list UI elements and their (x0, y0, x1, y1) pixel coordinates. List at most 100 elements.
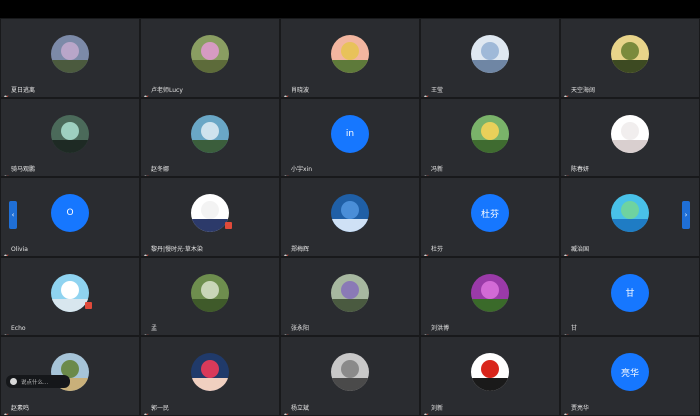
participant-name: 夏日逃离 (11, 86, 36, 94)
participant-tile[interactable]: 肖晓波 (280, 18, 420, 98)
chat-input[interactable]: 说点什么... (6, 375, 70, 388)
mic-muted-icon (2, 405, 9, 415)
name-bar: 天空海阔 (562, 86, 596, 97)
participant-name: 杜芬 (431, 245, 444, 253)
participant-name: 杨立斌 (291, 404, 310, 412)
mic-muted-icon (142, 405, 149, 415)
mic-muted-icon (562, 405, 569, 415)
participant-tile[interactable]: 孟 (140, 256, 280, 337)
trees-photo (191, 273, 229, 312)
name-bar: 刘新 (422, 404, 443, 415)
participant-tile[interactable]: 赵冬娜 (140, 97, 280, 178)
participant-name: 黎丹|慢时光·草木染 (151, 245, 203, 253)
name-bar: Olivia (2, 245, 28, 256)
participant-name: 骑马观鹏 (11, 166, 36, 174)
mic-muted-icon (422, 246, 429, 256)
participant-tile[interactable]: 王莹 (420, 18, 560, 98)
participant-tile[interactable]: 陈春妍 (560, 97, 700, 178)
cave-photo (51, 114, 89, 153)
participant-name: 陈春妍 (571, 166, 590, 174)
name-bar: 赵素鸣 (2, 404, 29, 415)
participant-tile[interactable]: 亮华 贾亮华 (560, 336, 700, 416)
top-bar (0, 0, 700, 18)
participant-name: 冯新 (431, 166, 444, 174)
mic-muted-icon (282, 326, 289, 336)
mic-muted-icon (562, 167, 569, 177)
participant-tile[interactable]: 杜芬 杜芬 (420, 177, 560, 257)
bird-lake-photo (611, 194, 649, 233)
mic-muted-icon (142, 87, 149, 97)
chat-placeholder: 说点什么... (21, 379, 49, 386)
letter-avatar: 杜芬 (471, 194, 509, 233)
participant-tile[interactable]: 刘新 (420, 336, 560, 416)
mic-muted-icon (282, 167, 289, 177)
name-bar: 赵冬娜 (142, 165, 170, 177)
participant-name: 臧治国 (571, 245, 590, 253)
mic-muted-icon (562, 246, 569, 256)
participant-name: 卢老师Lucy (151, 86, 183, 94)
participant-name: 王莹 (431, 86, 444, 94)
participant-name: 赵冬娜 (151, 166, 170, 174)
mic-muted-icon (142, 246, 149, 256)
name-bar: 刘洪博 (422, 324, 449, 336)
flowers-photo (51, 35, 89, 73)
participant-tile[interactable]: 甘甘 (560, 256, 700, 337)
name-bar: Echo (2, 324, 26, 336)
participant-name: 郑梅辉 (291, 245, 310, 253)
mic-muted-icon (142, 326, 149, 336)
participant-tile[interactable]: 卢老师Lucy (140, 18, 280, 98)
angry-bird-photo (471, 353, 509, 392)
mic-muted-icon (142, 167, 149, 177)
participant-tile[interactable]: 郭一民 (140, 336, 280, 416)
mic-muted-icon (282, 246, 289, 256)
next-page-button[interactable]: › (682, 201, 690, 229)
participant-tile[interactable]: 郑梅辉 (280, 177, 420, 257)
name-bar: 杜芬 (422, 245, 444, 256)
participant-name: 孟 (151, 325, 158, 333)
name-bar: 肖晓波 (282, 86, 310, 97)
name-bar: 孟 (142, 324, 158, 336)
participant-tile[interactable]: Echo (0, 256, 140, 337)
participant-tile[interactable]: 黎丹|慢时光·草木染 (140, 177, 280, 257)
woman-red-photo (191, 353, 229, 392)
sunlit-forest-photo (611, 35, 649, 73)
name-bar: 小宇xin (282, 165, 312, 177)
rabbit-photo (611, 114, 649, 153)
name-bar: 郑梅辉 (282, 245, 310, 256)
participant-name: Echo (11, 325, 26, 333)
blue-paper-photo (331, 194, 369, 233)
participant-tile[interactable]: O Olivia (0, 177, 140, 257)
participant-tile[interactable]: 骑马观鹏 (0, 97, 140, 178)
name-bar: 黎丹|慢时光·草木染 (142, 245, 203, 256)
participant-tile[interactable]: in 小宇xin (280, 97, 420, 178)
letter-avatar: 甘 (611, 273, 649, 312)
participant-name: 肖晓波 (291, 86, 310, 94)
name-bar: 骑马观鹏 (2, 165, 36, 177)
participant-name: Olivia (11, 245, 28, 253)
participant-tile[interactable]: 天空海阔 (560, 18, 700, 98)
mic-muted-icon (2, 326, 9, 336)
participant-tile[interactable]: 杨立斌 (280, 336, 420, 416)
participant-name: 天空海阔 (571, 86, 596, 94)
logo-photo (191, 194, 229, 233)
name-bar: 贾亮华 (562, 404, 589, 415)
participant-name: 张永阳 (291, 325, 310, 333)
mic-muted-icon (422, 326, 429, 336)
name-bar: 张永阳 (282, 324, 310, 336)
participant-tile[interactable]: 刘洪博 (420, 256, 560, 337)
mic-muted-icon (282, 405, 289, 415)
participant-tile[interactable]: 张永阳 (280, 256, 420, 337)
prev-page-button[interactable]: ‹ (9, 201, 17, 229)
street-photo (331, 353, 369, 392)
name-bar: 王莹 (422, 86, 444, 97)
emoji-icon[interactable] (10, 378, 17, 385)
name-bar: 陈春妍 (562, 165, 590, 177)
person-photo (471, 114, 509, 153)
mic-muted-icon (562, 326, 569, 336)
lake-photo (191, 114, 229, 153)
participant-tile[interactable]: 臧治国 (560, 177, 700, 257)
share-badge-icon (85, 301, 92, 309)
participant-tile[interactable]: 夏日逃离 (0, 18, 140, 98)
mic-muted-icon (422, 405, 429, 415)
participant-tile[interactable]: 冯新 (420, 97, 560, 178)
